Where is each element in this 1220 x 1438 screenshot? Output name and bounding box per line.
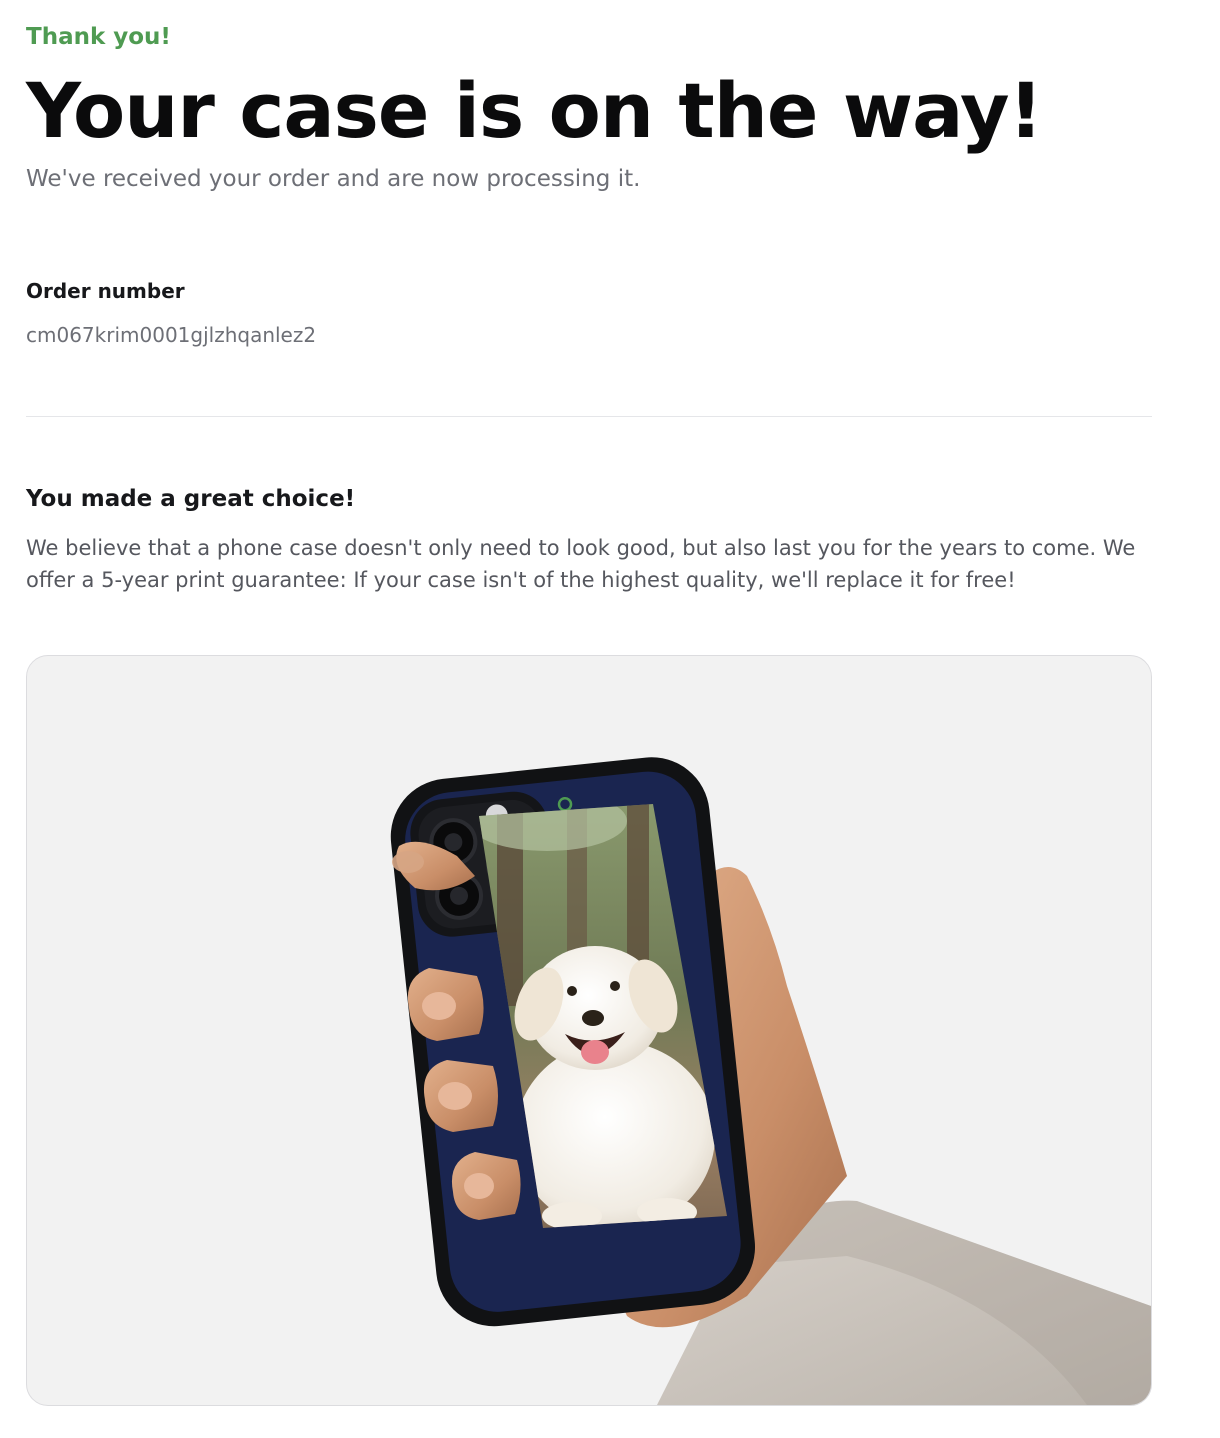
page-subtitle: We've received your order and are now pr… <box>26 166 641 192</box>
section-divider <box>26 416 1152 417</box>
order-number-value: cm067krim0001gjlzhqanlez2 <box>26 323 317 347</box>
case-preview-card <box>26 655 1152 1406</box>
guarantee-title: You made a great choice! <box>26 486 356 512</box>
phone-case-preview-image <box>390 757 1151 1405</box>
guarantee-description: We believe that a phone case doesn't onl… <box>26 536 1136 592</box>
thank-you-label: Thank you! <box>26 24 171 50</box>
page-title: Your case is on the way! <box>26 66 1043 155</box>
order-number-label: Order number <box>26 279 185 303</box>
